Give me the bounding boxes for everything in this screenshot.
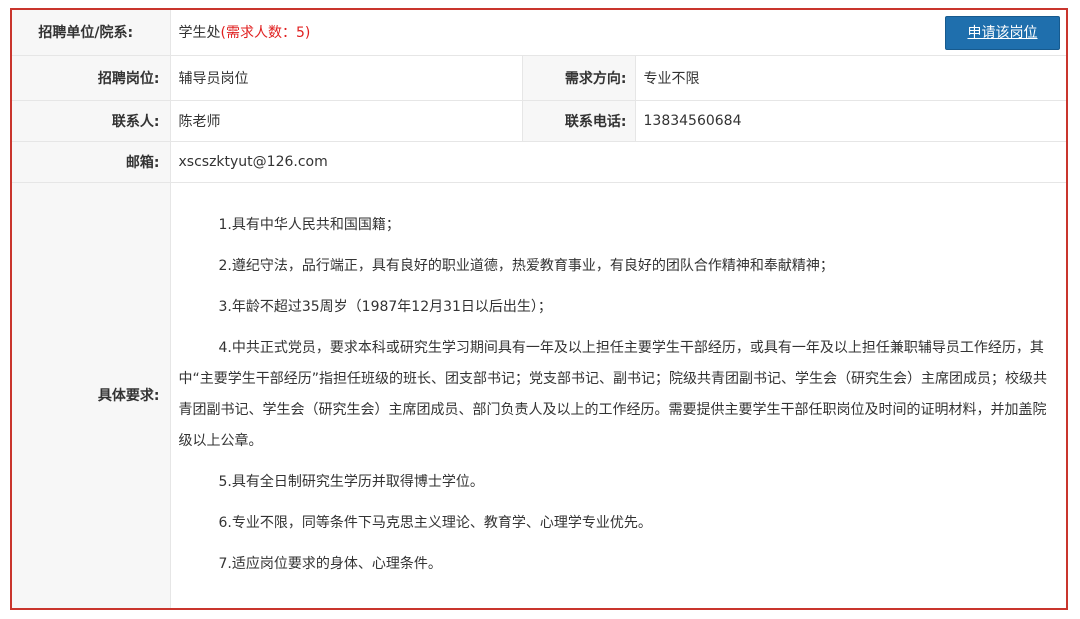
unit-value-cell: 学生处(需求人数：5) 申请该岗位 bbox=[170, 10, 1066, 56]
unit-name: 学生处 bbox=[178, 25, 221, 42]
requirement-item: 6.专业不限，同等条件下马克思主义理论、教育学、心理学专业优先。 bbox=[218, 515, 652, 532]
demand-count: (需求人数：5) bbox=[220, 25, 311, 42]
job-detail-panel: 招聘单位/院系: 学生处(需求人数：5) 申请该岗位 招聘岗位: 辅导员岗位 需… bbox=[10, 8, 1068, 610]
contact-value: 陈老师 bbox=[170, 100, 522, 142]
requirement-item: 2.遵纪守法，品行端正，具有良好的职业道德，热爱教育事业，有良好的团队合作精神和… bbox=[218, 258, 834, 275]
requirements-row: 具体要求: 1.具有中华人民共和国国籍； 2.遵纪守法，品行端正，具有良好的职业… bbox=[12, 182, 1066, 608]
requirement-item: 7.适应岗位要求的身体、心理条件。 bbox=[218, 556, 442, 573]
requirements-label: 具体要求: bbox=[12, 182, 171, 608]
email-value: xscszktyut@126.com bbox=[170, 141, 1066, 183]
position-value: 辅导员岗位 bbox=[170, 55, 522, 101]
apply-position-button[interactable]: 申请该岗位 bbox=[945, 16, 1060, 50]
phone-value: 13834560684 bbox=[635, 100, 1066, 142]
requirement-item: 4.中共正式党员，要求本科或研究生学习期间具有一年及以上担任主要学生干部经历，或… bbox=[178, 340, 1048, 450]
phone-label: 联系电话: bbox=[521, 100, 636, 142]
direction-value: 专业不限 bbox=[635, 55, 1066, 101]
email-label: 邮箱: bbox=[12, 141, 171, 183]
position-row: 招聘岗位: 辅导员岗位 需求方向: 专业不限 bbox=[12, 55, 1066, 101]
unit-row: 招聘单位/院系: 学生处(需求人数：5) 申请该岗位 bbox=[12, 10, 1066, 56]
unit-label: 招聘单位/院系: bbox=[12, 10, 171, 56]
position-label: 招聘岗位: bbox=[12, 55, 171, 101]
requirement-item: 1.具有中华人民共和国国籍； bbox=[218, 217, 400, 234]
requirements-content: 1.具有中华人民共和国国籍； 2.遵纪守法，品行端正，具有良好的职业道德，热爱教… bbox=[170, 182, 1066, 608]
requirement-item: 5.具有全日制研究生学历并取得博士学位。 bbox=[218, 474, 484, 491]
contact-row: 联系人: 陈老师 联系电话: 13834560684 bbox=[12, 100, 1066, 142]
requirement-item: 3.年龄不超过35周岁（1987年12月31日以后出生）； bbox=[218, 299, 552, 316]
direction-label: 需求方向: bbox=[521, 55, 636, 101]
email-row: 邮箱: xscszktyut@126.com bbox=[12, 141, 1066, 183]
job-info-table: 招聘单位/院系: 学生处(需求人数：5) 申请该岗位 招聘岗位: 辅导员岗位 需… bbox=[12, 10, 1066, 608]
contact-label: 联系人: bbox=[12, 100, 171, 142]
